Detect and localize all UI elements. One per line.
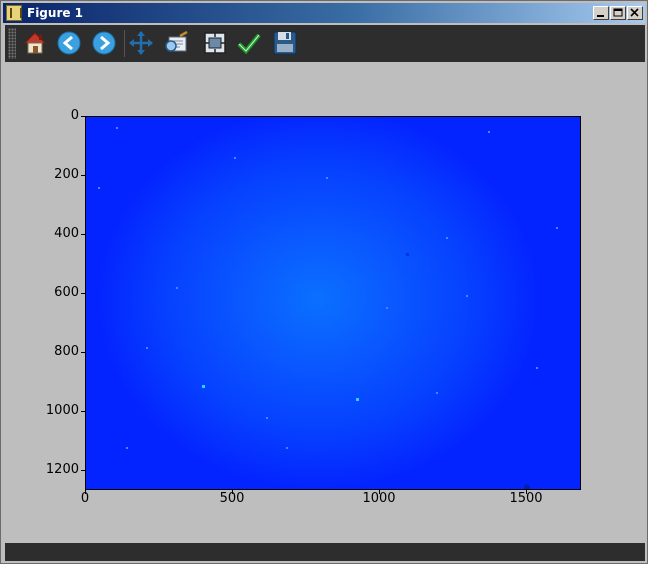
window-title: Figure 1	[27, 6, 84, 20]
status-bar	[5, 543, 645, 561]
image-speck	[488, 131, 490, 133]
forward-button[interactable]	[90, 29, 118, 57]
zoom-button[interactable]	[163, 29, 191, 57]
y-tick-label: 1000	[45, 403, 79, 418]
subplots-icon	[204, 32, 226, 54]
minimize-button[interactable]	[593, 6, 609, 20]
image-speck	[116, 127, 118, 129]
image-speck	[146, 347, 148, 349]
y-tick-label: 400	[54, 226, 79, 241]
image-speck	[326, 177, 328, 179]
pan-button[interactable]	[127, 29, 155, 57]
x-tick-label: 500	[219, 491, 245, 506]
image-speck	[446, 237, 448, 239]
app-icon[interactable]	[6, 5, 22, 21]
edit-parameters-button[interactable]	[235, 29, 263, 57]
maximize-button[interactable]	[610, 6, 626, 20]
figure-window: Figure 1 0 200 400 600 800 1000 1200 0 5…	[0, 0, 648, 564]
y-tick-mark	[81, 470, 85, 471]
y-tick-label: 600	[54, 285, 79, 300]
toolbar-grip-icon[interactable]	[8, 28, 16, 59]
image-speck	[524, 484, 530, 489]
home-icon	[23, 32, 47, 54]
save-button[interactable]	[271, 29, 299, 57]
x-tick-label: 1500	[509, 491, 543, 506]
y-tick-mark	[81, 116, 85, 117]
y-tick-label: 200	[54, 167, 79, 182]
image-speck	[234, 157, 236, 159]
back-button[interactable]	[55, 29, 83, 57]
checkmark-icon	[237, 33, 261, 55]
forward-arrow-icon	[92, 31, 116, 55]
title-bar[interactable]: Figure 1	[3, 3, 645, 23]
floppy-disk-icon	[273, 31, 297, 55]
y-tick-mark	[81, 293, 85, 294]
y-tick-mark	[81, 234, 85, 235]
y-tick-label: 1200	[45, 462, 79, 477]
navigation-toolbar	[5, 25, 645, 62]
move-icon	[129, 31, 153, 55]
image-speck	[536, 367, 538, 369]
image-speck	[556, 227, 558, 229]
image-axes[interactable]	[85, 116, 581, 490]
subplots-button[interactable]	[201, 29, 229, 57]
y-tick-mark	[81, 352, 85, 353]
image-speck	[466, 295, 468, 297]
image-speck	[406, 253, 409, 256]
y-tick-mark	[81, 175, 85, 176]
y-tick-label: 0	[70, 108, 79, 123]
toolbar-separator	[124, 30, 125, 57]
zoom-rect-icon	[165, 30, 188, 52]
image-speck	[436, 392, 438, 394]
image-speck	[266, 417, 268, 419]
y-tick-mark	[81, 411, 85, 412]
image-speck	[386, 307, 388, 309]
x-tick-label: 0	[80, 491, 90, 506]
image-speck	[126, 447, 128, 449]
close-button[interactable]	[627, 6, 643, 20]
minimize-icon	[597, 15, 604, 17]
image-speck	[176, 287, 178, 289]
back-arrow-icon	[57, 31, 81, 55]
maximize-icon	[613, 8, 623, 17]
image-speck	[98, 187, 100, 189]
y-tick-label: 800	[54, 344, 79, 359]
close-icon	[630, 8, 639, 17]
x-tick-label: 1000	[362, 491, 396, 506]
image-speck	[286, 447, 288, 449]
image-speck	[202, 385, 205, 388]
home-button[interactable]	[21, 29, 49, 57]
image-speck	[356, 398, 359, 401]
